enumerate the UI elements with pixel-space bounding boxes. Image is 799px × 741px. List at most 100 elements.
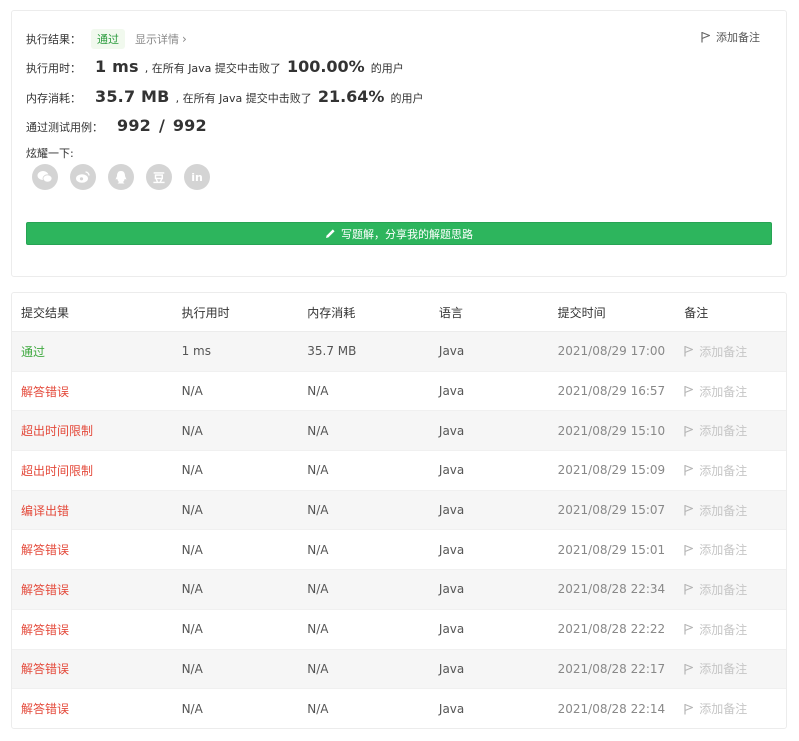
- runtime-label: 执行用时：: [26, 62, 81, 75]
- share-row: 炫耀一下:: [26, 145, 74, 161]
- submission-language: Java: [438, 423, 465, 438]
- submission-status-link[interactable]: 编译出错: [12, 502, 173, 519]
- submission-language: Java: [438, 542, 465, 557]
- submission-status-link[interactable]: 解答错误: [12, 383, 173, 400]
- add-note-button[interactable]: 添加备注: [682, 383, 786, 400]
- submission-time: 2021/08/28 22:17: [557, 661, 666, 676]
- add-note-label: 添加备注: [699, 622, 748, 637]
- submission-runtime: N/A: [181, 503, 203, 518]
- add-note-label: 添加备注: [699, 582, 748, 597]
- add-note-button[interactable]: 添加备注: [682, 502, 786, 519]
- add-note-button[interactable]: 添加备注: [682, 462, 786, 479]
- table-row: 解答错误 N/A N/A Java 2021/08/29 15:01 添加备注: [12, 530, 786, 571]
- submission-memory: N/A: [307, 582, 329, 597]
- memory-text: , 在所有 Java 提交中击败了: [175, 92, 312, 105]
- qq-glyph: [115, 170, 127, 183]
- pencil-icon: [326, 229, 335, 238]
- header-language: 语言: [438, 305, 463, 320]
- memory-row: 内存消耗： 35.7 MB , 在所有 Java 提交中击败了 21.64% 的…: [26, 87, 423, 106]
- tests-label: 通过测试用例：: [26, 121, 103, 134]
- submission-language: Java: [438, 503, 465, 518]
- add-note-label: 添加备注: [699, 503, 748, 518]
- flag-icon: [684, 584, 694, 595]
- add-note-button[interactable]: 添加备注: [682, 343, 786, 360]
- weibo-glyph: [76, 171, 90, 183]
- submission-language: Java: [438, 661, 465, 676]
- table-row: 解答错误 N/A N/A Java 2021/08/28 22:14 添加备注: [12, 689, 786, 728]
- submission-runtime: N/A: [181, 384, 203, 399]
- flag-icon: [684, 703, 694, 715]
- add-note-button[interactable]: 添加备注: [701, 29, 760, 45]
- submission-status-link[interactable]: 超出时间限制: [12, 422, 173, 439]
- submission-time: 2021/08/29 15:09: [557, 463, 666, 478]
- wechat-icon[interactable]: [32, 164, 58, 190]
- show-details-label: 显示详情: [135, 33, 179, 46]
- submissions-table: 提交结果 执行用时 内存消耗 语言 提交时间 备注 通过 1 ms 35.7 MB J…: [11, 292, 787, 729]
- add-note-label: 添加备注: [699, 384, 748, 399]
- table-row: 编译出错 N/A N/A Java 2021/08/29 15:07 添加备注: [12, 490, 786, 531]
- submission-runtime: N/A: [181, 582, 203, 597]
- table-row: 解答错误 N/A N/A Java 2021/08/28 22:17 添加备注: [12, 649, 786, 690]
- runtime-users-text: 的用户: [370, 62, 404, 75]
- write-solution-button[interactable]: 写题解，分享我的解题思路: [26, 222, 772, 245]
- table-row: 解答错误 N/A N/A Java 2021/08/29 16:57 添加备注: [12, 372, 786, 412]
- add-note-button[interactable]: 添加备注: [682, 541, 786, 558]
- share-icons: 豆 in: [32, 164, 210, 190]
- add-note-label: 添加备注: [699, 424, 748, 439]
- write-solution-label: 写题解，分享我的解题思路: [341, 227, 473, 241]
- qq-icon[interactable]: [108, 164, 134, 190]
- submission-language: Java: [438, 622, 465, 637]
- add-note-button[interactable]: 添加备注: [682, 621, 786, 638]
- flag-icon: [701, 31, 711, 43]
- add-note-button[interactable]: 添加备注: [682, 581, 786, 598]
- submission-time: 2021/08/29 16:57: [557, 384, 666, 399]
- submission-runtime: N/A: [181, 701, 203, 716]
- table-row: 通过 1 ms 35.7 MB Java 2021/08/29 17:00 添加备注: [12, 332, 786, 372]
- table-row: 解答错误 N/A N/A Java 2021/08/28 22:34 添加备注: [12, 570, 786, 610]
- add-note-label: 添加备注: [699, 463, 748, 478]
- weibo-icon[interactable]: [70, 164, 96, 190]
- memory-users-text: 的用户: [390, 92, 424, 105]
- runtime-percent: 100.00%: [286, 57, 365, 76]
- result-row: 执行结果： 通过 显示详情 ›: [26, 29, 187, 49]
- submission-status-link[interactable]: 解答错误: [12, 581, 173, 598]
- submission-runtime: N/A: [181, 622, 203, 637]
- submission-status-link[interactable]: 通过: [12, 343, 173, 360]
- submission-status-link[interactable]: 解答错误: [12, 700, 173, 717]
- header-runtime: 执行用时: [181, 305, 230, 320]
- memory-percent: 21.64%: [317, 87, 385, 106]
- show-details-link[interactable]: 显示详情 ›: [135, 31, 187, 47]
- submission-memory: 35.7 MB: [307, 344, 357, 359]
- linkedin-icon[interactable]: in: [184, 164, 210, 190]
- submission-time: 2021/08/28 22:14: [557, 701, 666, 716]
- add-note-button[interactable]: 添加备注: [682, 660, 786, 677]
- submission-status-link[interactable]: 解答错误: [12, 660, 173, 677]
- flag-icon: [684, 386, 694, 397]
- submission-memory: N/A: [307, 463, 329, 478]
- header-submit-time: 提交时间: [557, 305, 606, 320]
- submission-language: Java: [438, 344, 465, 359]
- runtime-row: 执行用时： 1 ms , 在所有 Java 提交中击败了 100.00% 的用户: [26, 57, 404, 76]
- submission-language: Java: [438, 582, 465, 597]
- flag-icon: [684, 505, 694, 516]
- result-label: 执行结果：: [26, 33, 81, 46]
- submission-status-link[interactable]: 解答错误: [12, 541, 173, 558]
- add-note-button[interactable]: 添加备注: [682, 422, 786, 439]
- flag-icon: [684, 544, 694, 556]
- table-header: 提交结果 执行用时 内存消耗 语言 提交时间 备注: [12, 293, 786, 332]
- douban-icon[interactable]: 豆: [146, 164, 172, 190]
- submission-runtime: N/A: [181, 463, 203, 478]
- submission-status-link[interactable]: 超出时间限制: [12, 462, 173, 479]
- add-note-button[interactable]: 添加备注: [682, 700, 786, 717]
- submission-language: Java: [438, 701, 465, 716]
- submission-time: 2021/08/29 15:01: [557, 542, 666, 557]
- submission-language: Java: [438, 463, 465, 478]
- flag-icon: [684, 624, 694, 635]
- memory-label: 内存消耗：: [26, 92, 81, 105]
- submission-runtime: N/A: [181, 423, 203, 438]
- submission-status-link[interactable]: 解答错误: [12, 621, 173, 638]
- submission-time: 2021/08/29 17:00: [557, 344, 666, 359]
- submission-memory: N/A: [307, 622, 329, 637]
- add-note-label: 添加备注: [699, 702, 748, 717]
- submission-memory: N/A: [307, 423, 329, 438]
